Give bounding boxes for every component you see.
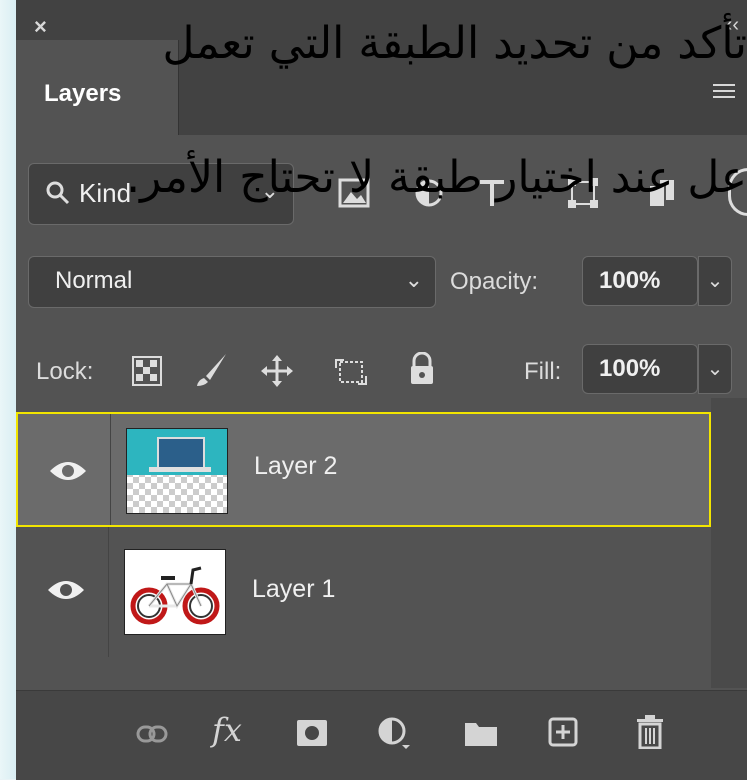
laptop-screen bbox=[157, 437, 205, 469]
lock-transparent-pixels-icon[interactable] bbox=[132, 356, 162, 386]
layer-row-layer-1[interactable]: Layer 1 bbox=[16, 527, 711, 657]
add-mask-icon[interactable] bbox=[296, 719, 328, 747]
fx-icon[interactable]: fx bbox=[212, 711, 242, 749]
opacity-value: 100% bbox=[599, 267, 661, 294]
left-background-strip bbox=[0, 0, 16, 779]
blend-mode-value: Normal bbox=[55, 267, 133, 294]
layers-scrollbar-track[interactable] bbox=[711, 398, 747, 688]
overlay-caption-line-2: عل عند اختيار طبقة لا تحتاج الأمر. bbox=[126, 152, 747, 203]
lock-image-pixels-icon[interactable] bbox=[194, 352, 228, 388]
lock-label: Lock: bbox=[36, 358, 94, 385]
fill-label: Fill: bbox=[524, 358, 562, 385]
lock-artboard-icon[interactable] bbox=[334, 354, 368, 388]
layer-row-layer-2[interactable]: Layer 2 bbox=[16, 412, 711, 527]
lock-all-icon[interactable] bbox=[408, 352, 436, 386]
laptop-base bbox=[149, 467, 211, 472]
overlay-caption-line-1: تأكد من تحديد الطبقة التي تعمل bbox=[162, 18, 747, 69]
fill-value: 100% bbox=[599, 355, 661, 382]
eye-icon[interactable] bbox=[48, 456, 88, 486]
fill-input[interactable]: 100% bbox=[582, 344, 698, 394]
fill-dropdown[interactable]: ⌄ bbox=[698, 344, 732, 394]
opacity-dropdown[interactable]: ⌄ bbox=[698, 256, 732, 306]
layer-name[interactable]: Layer 1 bbox=[252, 575, 335, 604]
opacity-input[interactable]: 100% bbox=[582, 256, 698, 306]
blend-mode-select[interactable]: Normal ⌄ bbox=[28, 256, 436, 308]
bicycle-image bbox=[130, 566, 220, 625]
eye-icon[interactable] bbox=[46, 575, 86, 605]
trash-icon[interactable] bbox=[636, 715, 664, 749]
opacity-label: Opacity: bbox=[450, 268, 539, 295]
chevron-down-icon: ⌄ bbox=[404, 267, 423, 292]
search-icon bbox=[46, 181, 70, 205]
layers-bottom-toolbar: fx bbox=[16, 690, 747, 780]
tab-layers-label: Layers bbox=[44, 80, 122, 107]
filter-kind-label: Kind bbox=[79, 178, 132, 208]
layer-thumbnail[interactable] bbox=[126, 428, 228, 514]
layer-name[interactable]: Layer 2 bbox=[254, 452, 337, 481]
layer-thumbnail[interactable] bbox=[124, 549, 226, 635]
panel-menu-icon[interactable] bbox=[713, 80, 735, 98]
close-icon[interactable]: × bbox=[34, 14, 47, 40]
new-layer-icon[interactable] bbox=[548, 717, 578, 747]
adjustment-layer-icon[interactable] bbox=[378, 717, 410, 749]
lock-position-icon[interactable] bbox=[260, 354, 294, 388]
layers-panel: Layers × ‹‹ Kind ⌄ Normal ⌄ Opacity: 100… bbox=[16, 0, 747, 780]
tab-layers[interactable]: Layers bbox=[16, 40, 179, 135]
link-layers-icon[interactable] bbox=[136, 723, 168, 745]
folder-icon[interactable] bbox=[464, 719, 498, 747]
